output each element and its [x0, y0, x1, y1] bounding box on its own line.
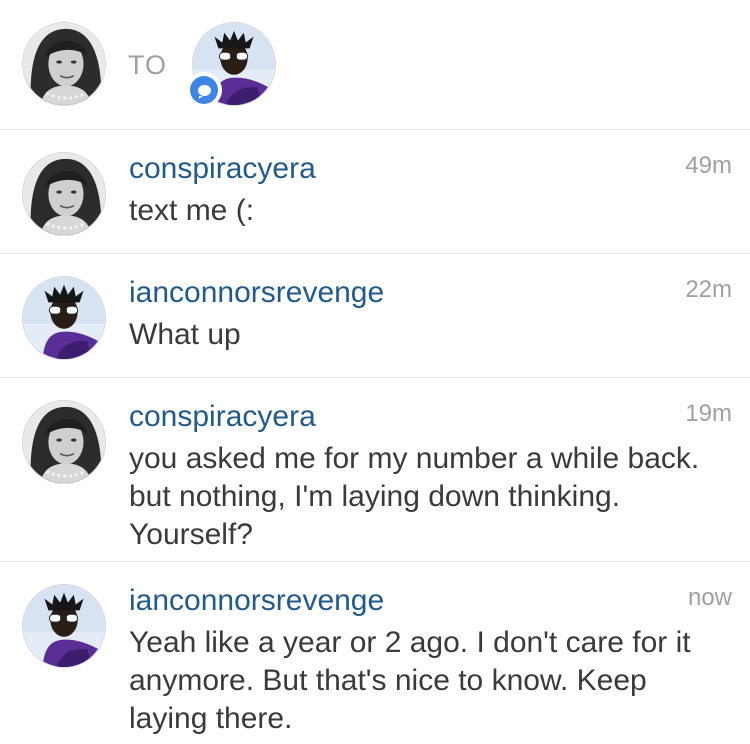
man-avatar-icon [23, 585, 105, 667]
woman-avatar-icon [23, 23, 105, 105]
message-item[interactable]: conspiracyera 19m you asked me for my nu… [0, 378, 750, 562]
to-label: TO [128, 50, 168, 80]
message-username[interactable]: conspiracyera [129, 152, 316, 186]
message-timestamp: 49m [685, 152, 732, 179]
woman-avatar-icon [23, 153, 105, 235]
message-avatar[interactable] [22, 400, 106, 484]
message-username[interactable]: ianconnorsrevenge [129, 276, 384, 310]
message-timestamp: now [687, 584, 732, 611]
direct-message-icon [186, 72, 222, 108]
message-text: text me (: [129, 194, 255, 227]
message-timestamp: 19m [685, 400, 732, 427]
message-item[interactable]: ianconnorsrevenge 22m What up [0, 254, 750, 378]
message-avatar[interactable] [22, 584, 106, 668]
man-avatar-icon [23, 277, 105, 359]
message-text: you asked me for my number a while back.… [129, 442, 700, 551]
conversation-header: TO [0, 0, 750, 130]
message-avatar[interactable] [22, 276, 106, 360]
message-username[interactable]: ianconnorsrevenge [129, 584, 384, 618]
message-item[interactable]: conspiracyera 49m text me (: [0, 130, 750, 254]
message-username[interactable]: conspiracyera [129, 400, 316, 434]
message-avatar[interactable] [22, 152, 106, 236]
sender-avatar[interactable] [22, 22, 106, 106]
message-thread: conspiracyera 49m text me (: ianconnorsr… [0, 130, 750, 744]
message-text: What up [129, 318, 241, 351]
woman-avatar-icon [23, 401, 105, 483]
message-timestamp: 22m [685, 276, 732, 303]
message-item[interactable]: ianconnorsrevenge now Yeah like a year o… [0, 562, 750, 744]
message-text: Yeah like a year or 2 ago. I don't care … [129, 626, 691, 735]
